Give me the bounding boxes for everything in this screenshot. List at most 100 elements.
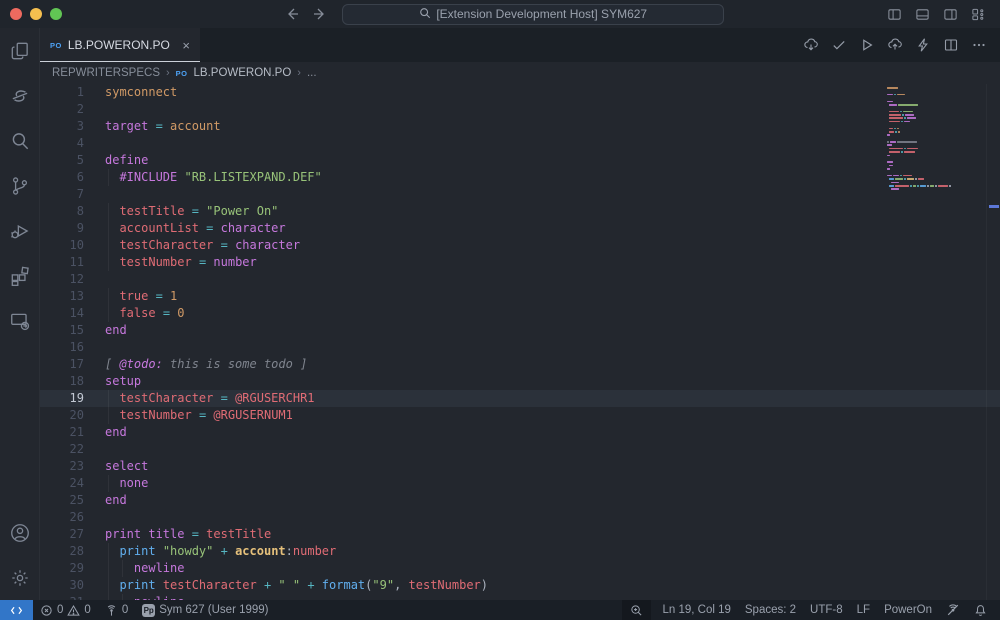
minimap[interactable] (886, 87, 956, 192)
more-actions-icon[interactable] (971, 37, 987, 53)
close-window-button[interactable] (10, 8, 22, 20)
code-line[interactable]: 29 newline (40, 560, 1000, 577)
code-line[interactable]: 15end (40, 322, 1000, 339)
code-line[interactable]: 11 testNumber = number (40, 254, 1000, 271)
code-line[interactable]: 12 (40, 271, 1000, 288)
breadcrumb-file[interactable]: LB.POWERON.PO (194, 67, 292, 79)
customize-layout-icon[interactable] (971, 7, 986, 22)
line-number[interactable]: 22 (40, 441, 90, 458)
line-number[interactable]: 7 (40, 186, 90, 203)
breadcrumb-folder[interactable]: REPWRITERSPECS (52, 67, 160, 79)
code-line[interactable]: 22 (40, 441, 1000, 458)
code-line[interactable]: 4 (40, 135, 1000, 152)
code-line[interactable]: 9 accountList = character (40, 220, 1000, 237)
line-number[interactable]: 27 (40, 526, 90, 543)
eol-sequence[interactable]: LF (850, 600, 877, 620)
command-center-search[interactable]: [Extension Development Host] SYM627 (342, 4, 724, 25)
line-number[interactable]: 21 (40, 424, 90, 441)
toggle-secondary-sidebar-icon[interactable] (943, 7, 958, 22)
code-line[interactable]: 2 (40, 101, 1000, 118)
code-line[interactable]: 23select (40, 458, 1000, 475)
code-line[interactable]: 5define (40, 152, 1000, 169)
run-icon[interactable] (859, 37, 875, 53)
line-number[interactable]: 28 (40, 543, 90, 560)
code-line[interactable]: 30 print testCharacter + " " + format("9… (40, 577, 1000, 594)
line-number[interactable]: 1 (40, 84, 90, 101)
remote-indicator[interactable] (0, 600, 33, 620)
ports-indicator[interactable]: 0 (98, 600, 135, 620)
encoding[interactable]: UTF-8 (803, 600, 850, 620)
line-number[interactable]: 18 (40, 373, 90, 390)
code-line[interactable]: 20 testNumber = @RGUSERNUM1 (40, 407, 1000, 424)
code-line[interactable]: 24 none (40, 475, 1000, 492)
line-number[interactable]: 12 (40, 271, 90, 288)
line-number[interactable]: 29 (40, 560, 90, 577)
code-line[interactable]: 16 (40, 339, 1000, 356)
code-line[interactable]: 8 testTitle = "Power On" (40, 203, 1000, 220)
line-number[interactable]: 2 (40, 101, 90, 118)
zoom-indicator[interactable] (622, 600, 651, 620)
code-line[interactable]: 10 testCharacter = character (40, 237, 1000, 254)
line-number[interactable]: 24 (40, 475, 90, 492)
line-number[interactable]: 5 (40, 152, 90, 169)
problems-indicator[interactable]: 0 0 (33, 600, 98, 620)
line-number[interactable]: 19 (40, 390, 90, 407)
line-number[interactable]: 13 (40, 288, 90, 305)
search-view-icon[interactable] (0, 118, 40, 163)
code-line[interactable]: 17[ @todo: this is some todo ] (40, 356, 1000, 373)
tab-lb-poweron-po[interactable]: PO LB.POWERON.PO × (40, 28, 200, 62)
code-line[interactable]: 27print title = testTitle (40, 526, 1000, 543)
breadcrumb-symbol[interactable]: ... (307, 67, 317, 79)
nav-back-icon[interactable] (284, 6, 300, 22)
line-number[interactable]: 16 (40, 339, 90, 356)
bolt-icon[interactable] (915, 37, 931, 53)
code-line[interactable]: 26 (40, 509, 1000, 526)
line-number[interactable]: 9 (40, 220, 90, 237)
run-debug-icon[interactable] (0, 208, 40, 253)
explorer-icon[interactable] (0, 28, 40, 73)
line-number[interactable]: 10 (40, 237, 90, 254)
split-editor-icon[interactable] (943, 37, 959, 53)
cloud-download-icon[interactable] (803, 37, 819, 53)
line-number[interactable]: 30 (40, 577, 90, 594)
code-line[interactable]: 13 true = 1 (40, 288, 1000, 305)
line-number[interactable]: 3 (40, 118, 90, 135)
remote-explorer-icon[interactable] (0, 298, 40, 343)
code-line[interactable]: 3target = account (40, 118, 1000, 135)
tab-close-icon[interactable]: × (182, 38, 190, 53)
accounts-icon[interactable] (0, 510, 40, 555)
line-number[interactable]: 8 (40, 203, 90, 220)
minimize-window-button[interactable] (30, 8, 42, 20)
poweron-extension-icon[interactable] (0, 73, 40, 118)
code-editor[interactable]: 1symconnect23target = account45define6 #… (40, 84, 1000, 600)
line-number[interactable]: 15 (40, 322, 90, 339)
line-number[interactable]: 23 (40, 458, 90, 475)
line-number[interactable]: 20 (40, 407, 90, 424)
code-line[interactable]: 31 newline (40, 594, 1000, 600)
toggle-panel-icon[interactable] (915, 7, 930, 22)
line-number[interactable]: 17 (40, 356, 90, 373)
code-line[interactable]: 14 false = 0 (40, 305, 1000, 322)
do-not-disturb-icon[interactable] (939, 600, 967, 620)
cloud-upload-icon[interactable] (887, 37, 903, 53)
source-control-icon[interactable] (0, 163, 40, 208)
extensions-icon[interactable] (0, 253, 40, 298)
line-number[interactable]: 31 (40, 594, 90, 600)
code-line[interactable]: 19 testCharacter = @RGUSERCHR1 (40, 390, 1000, 407)
line-number[interactable]: 25 (40, 492, 90, 509)
line-number[interactable]: 14 (40, 305, 90, 322)
line-number[interactable]: 4 (40, 135, 90, 152)
line-number[interactable]: 26 (40, 509, 90, 526)
code-line[interactable]: 7 (40, 186, 1000, 203)
symitar-connection[interactable]: Pp Sym 627 (User 1999) (135, 600, 275, 620)
language-mode[interactable]: PowerOn (877, 600, 939, 620)
code-line[interactable]: 18setup (40, 373, 1000, 390)
code-line[interactable]: 28 print "howdy" + account:number (40, 543, 1000, 560)
line-number[interactable]: 11 (40, 254, 90, 271)
toggle-primary-sidebar-icon[interactable] (887, 7, 902, 22)
maximize-window-button[interactable] (50, 8, 62, 20)
cursor-position[interactable]: Ln 19, Col 19 (655, 600, 737, 620)
code-line[interactable]: 25end (40, 492, 1000, 509)
indentation[interactable]: Spaces: 2 (738, 600, 803, 620)
scrollbar[interactable] (986, 84, 1000, 600)
